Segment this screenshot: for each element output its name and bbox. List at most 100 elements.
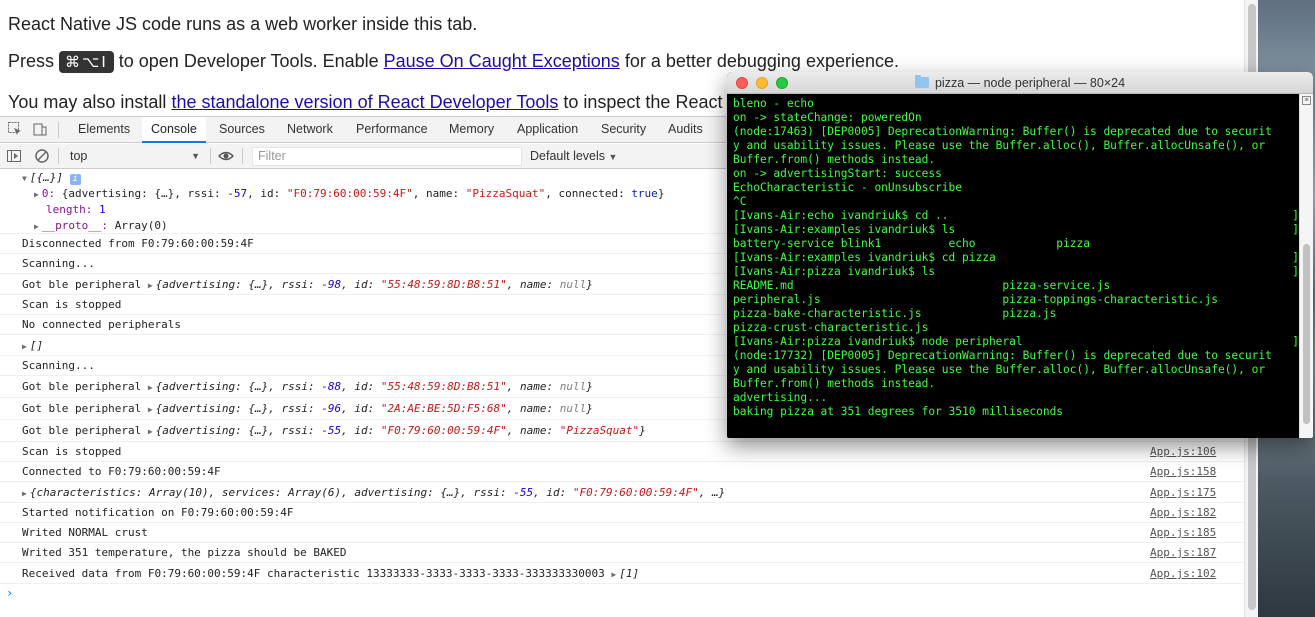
terminal-line: [Ivans-Air:examples ivandriuk$ cd pizza] <box>733 251 1299 264</box>
terminal-line: bleno - echo <box>733 97 814 110</box>
terminal-scrollbar[interactable]: ≡ <box>1299 94 1313 438</box>
log-object[interactable]: {advertising: {…}, rssi: -96, id: "2A:AE… <box>156 402 593 415</box>
terminal-line: y and usability issues. Please use the B… <box>733 139 1266 152</box>
toolbar-divider <box>210 148 211 164</box>
terminal-line-marker: ] <box>1292 223 1299 236</box>
array-item-0[interactable]: ▶ 0: {advertising: {…}, rssi: -57, id: "F… <box>34 184 664 204</box>
terminal-line-marker: ] <box>1292 251 1299 264</box>
log-entry: Received data from F0:79:60:00:59:4F cha… <box>0 563 1244 584</box>
log-entry: Connected to F0:79:60:00:59:4F App.js:15… <box>0 462 1244 482</box>
terminal-title-bar[interactable]: pizza — node peripheral — 80×24 <box>727 72 1313 94</box>
log-entry: ▶ {characteristics: Array(10), services: … <box>0 482 1244 503</box>
clear-console-icon[interactable] <box>34 148 50 164</box>
show-sidebar-icon[interactable] <box>6 148 22 164</box>
log-entry: Scan is stopped App.js:106 <box>0 442 1244 462</box>
keyboard-shortcut: ⌘⌥I <box>59 51 114 73</box>
tab-sources[interactable]: Sources <box>210 117 274 143</box>
toolbar-divider <box>58 148 59 164</box>
source-link[interactable]: App.js:175 <box>1150 482 1216 503</box>
terminal-window[interactable]: pizza — node peripheral — 80×24 bleno - … <box>727 72 1313 438</box>
collapsed-triangle-icon[interactable]: ▶ <box>611 570 616 579</box>
collapsed-triangle-icon: ▶ <box>34 190 39 199</box>
terminal-line: baking pizza at 351 degrees for 3510 mil… <box>733 405 1064 418</box>
terminal-line: pizza-crust-characteristic.js <box>733 321 929 334</box>
terminal-line: [Ivans-Air:pizza ivandriuk$ node periphe… <box>733 335 1299 348</box>
terminal-line: on -> advertisingStart: success <box>733 167 942 180</box>
terminal-line: Buffer.from() methods instead. <box>733 377 936 390</box>
log-object[interactable]: {advertising: {…}, rssi: -98, id: "55:48… <box>156 278 593 291</box>
log-object[interactable]: {advertising: {…}, rssi: -88, id: "55:48… <box>156 380 593 393</box>
collapsed-triangle-icon[interactable]: ▶ <box>148 281 153 290</box>
terminal-line: battery-service blink1 echo pizza <box>733 237 1090 250</box>
pause-on-caught-exceptions-link[interactable]: Pause On Caught Exceptions <box>384 51 620 71</box>
toolbar-divider <box>242 148 243 164</box>
tab-network[interactable]: Network <box>278 117 342 143</box>
filter-input[interactable]: Filter <box>252 147 522 166</box>
source-link[interactable]: App.js:187 <box>1150 543 1216 562</box>
terminal-line: README.md pizza-service.js <box>733 279 1111 292</box>
folder-icon <box>914 75 929 88</box>
tab-divider <box>58 122 59 138</box>
terminal-line: [Ivans-Air:echo ivandriuk$ cd ..] <box>733 209 1299 222</box>
log-object[interactable]: {characteristics: Array(10), services: A… <box>30 486 725 499</box>
terminal-line-marker: ] <box>1292 209 1299 222</box>
tab-security[interactable]: Security <box>592 117 655 143</box>
collapsed-triangle-icon[interactable]: ▶ <box>22 489 27 498</box>
console-prompt[interactable]: › <box>0 584 1244 604</box>
terminal-line: [Ivans-Air:pizza ivandriuk$ ls] <box>733 265 1299 278</box>
inspect-element-icon[interactable] <box>7 121 23 137</box>
terminal-line: pizza-bake-characteristic.js pizza.js <box>733 307 1057 320</box>
terminal-output[interactable]: bleno - echo on -> stateChange: poweredOn… <box>727 94 1299 438</box>
log-object[interactable]: [1] <box>619 567 639 580</box>
terminal-line: Buffer.from() methods instead. <box>733 153 936 166</box>
collapsed-triangle-icon[interactable]: ▶ <box>148 383 153 392</box>
terminal-scrollbar-thumb[interactable] <box>1303 244 1310 424</box>
context-selector[interactable]: top ▼ <box>64 147 204 165</box>
terminal-line: ^C <box>733 195 747 208</box>
terminal-line: (node:17463) [DEP0005] DeprecationWarnin… <box>733 125 1272 138</box>
log-object[interactable]: {advertising: {…}, rssi: -55, id: "F0:79… <box>156 424 646 437</box>
source-link[interactable]: App.js:182 <box>1150 503 1216 522</box>
terminal-line-marker: ] <box>1292 265 1299 278</box>
log-levels-dropdown[interactable]: Default levels ▼ <box>530 147 617 165</box>
terminal-line: y and usability issues. Please use the B… <box>733 363 1266 376</box>
scroll-menu-icon[interactable]: ≡ <box>1302 96 1311 105</box>
log-entry: Started notification on F0:79:60:00:59:4… <box>0 503 1244 523</box>
array-proto[interactable]: ▶ __proto__: Array(0) <box>34 216 168 236</box>
tab-memory[interactable]: Memory <box>440 117 503 143</box>
collapsed-triangle-icon[interactable]: ▶ <box>22 342 27 351</box>
source-link[interactable]: App.js:158 <box>1150 462 1216 481</box>
tab-console[interactable]: Console <box>142 117 206 143</box>
terminal-line: EchoCharacteristic - onUnsubscribe <box>733 181 963 194</box>
log-entry: Writed 351 temperature, the pizza should… <box>0 543 1244 563</box>
terminal-line: on -> stateChange: poweredOn <box>733 111 922 124</box>
terminal-line-marker: ] <box>1292 335 1299 348</box>
source-link[interactable]: App.js:185 <box>1150 523 1216 542</box>
dropdown-arrow-icon: ▼ <box>191 151 200 161</box>
tab-audits[interactable]: Audits <box>659 117 712 143</box>
terminal-line: (node:17732) [DEP0005] DeprecationWarnin… <box>733 349 1272 362</box>
device-toolbar-icon[interactable] <box>32 121 48 137</box>
terminal-line: [Ivans-Air:examples ivandriuk$ ls] <box>733 223 1299 236</box>
source-link[interactable]: App.js:106 <box>1150 442 1216 461</box>
prompt-chevron-icon: › <box>6 586 14 600</box>
expanded-triangle-icon[interactable]: ▼ <box>22 174 27 183</box>
chevron-down-icon: ▼ <box>608 152 618 162</box>
terminal-title: pizza — node peripheral — 80×24 <box>934 76 1126 90</box>
log-entry: Writed NORMAL crust App.js:185 <box>0 523 1244 543</box>
tab-elements[interactable]: Elements <box>69 117 139 143</box>
collapsed-triangle-icon[interactable]: ▶ <box>148 427 153 436</box>
collapsed-triangle-icon: ▶ <box>34 222 39 231</box>
react-devtools-link[interactable]: the standalone version of React Develope… <box>171 92 558 112</box>
terminal-line: advertising... <box>733 391 828 404</box>
collapsed-triangle-icon[interactable]: ▶ <box>148 405 153 414</box>
page-devtools-line: You may also install the standalone vers… <box>8 92 723 112</box>
source-link[interactable]: App.js:102 <box>1150 563 1216 584</box>
log-object[interactable]: [] <box>30 339 43 352</box>
tab-performance[interactable]: Performance <box>347 117 437 143</box>
terminal-line: peripheral.js pizza-toppings-characteris… <box>733 293 1218 306</box>
tab-application[interactable]: Application <box>508 117 587 143</box>
page-info-line: React Native JS code runs as a web worke… <box>8 14 478 34</box>
page-shortcut-line: Press ⌘⌥I to open Developer Tools. Enabl… <box>8 51 900 73</box>
eye-icon[interactable] <box>218 148 234 164</box>
